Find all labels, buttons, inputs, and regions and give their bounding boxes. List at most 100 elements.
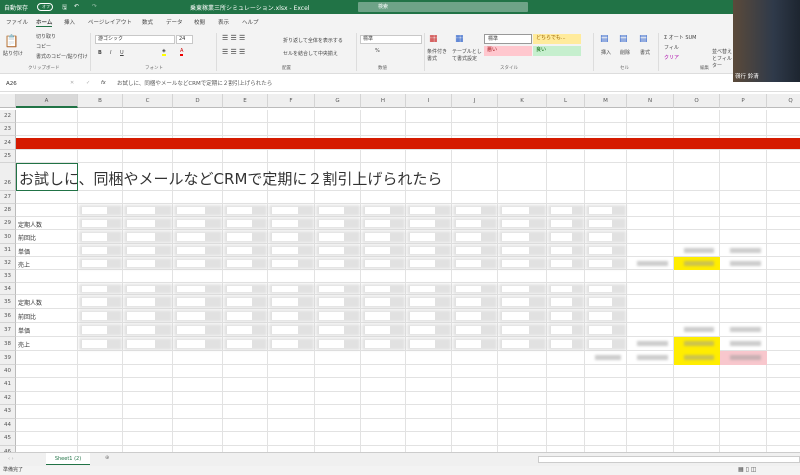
cell[interactable] bbox=[78, 365, 123, 378]
font-color-icon[interactable]: A bbox=[180, 48, 184, 56]
cell[interactable] bbox=[315, 418, 361, 432]
cell[interactable] bbox=[767, 270, 800, 283]
cell[interactable] bbox=[123, 351, 173, 365]
cell[interactable] bbox=[767, 392, 800, 405]
style-good[interactable]: 良い bbox=[533, 46, 581, 56]
cell[interactable] bbox=[361, 110, 406, 123]
column-header[interactable]: O bbox=[674, 94, 720, 108]
cell[interactable] bbox=[767, 123, 800, 136]
cell[interactable] bbox=[315, 365, 361, 378]
autosum-button[interactable]: Σ オート SUM bbox=[664, 34, 697, 41]
font-name-select[interactable]: 游ゴシック bbox=[95, 35, 175, 44]
cell[interactable] bbox=[674, 204, 720, 217]
cell[interactable] bbox=[406, 432, 452, 446]
style-neutral[interactable]: どちらでも... bbox=[533, 34, 581, 44]
cell[interactable] bbox=[315, 110, 361, 123]
cell[interactable] bbox=[767, 217, 800, 230]
function-icon[interactable]: fx bbox=[101, 80, 106, 86]
cell[interactable] bbox=[627, 405, 674, 419]
cell[interactable] bbox=[720, 217, 767, 230]
style-normal[interactable]: 標準 bbox=[484, 34, 532, 44]
cell[interactable] bbox=[223, 378, 268, 392]
underline-button[interactable]: U bbox=[120, 50, 124, 56]
cell[interactable] bbox=[173, 110, 223, 123]
insert-button[interactable]: 挿入 bbox=[601, 49, 611, 56]
cell[interactable] bbox=[627, 418, 674, 432]
cell[interactable] bbox=[674, 217, 720, 230]
clear-button[interactable]: クリア bbox=[664, 54, 679, 61]
cell[interactable] bbox=[315, 351, 361, 365]
cell[interactable] bbox=[452, 391, 498, 405]
cell[interactable] bbox=[173, 418, 223, 432]
cell[interactable] bbox=[627, 323, 674, 337]
cell[interactable] bbox=[268, 405, 315, 419]
cell[interactable] bbox=[767, 337, 800, 351]
cell[interactable] bbox=[452, 351, 498, 365]
autosave-toggle[interactable]: オフ bbox=[37, 3, 53, 11]
row-header[interactable]: 29 bbox=[0, 217, 16, 230]
cancel-icon[interactable]: ✕ bbox=[70, 80, 74, 86]
cell[interactable] bbox=[78, 110, 123, 123]
row-header[interactable]: 45 bbox=[0, 432, 16, 446]
cell[interactable] bbox=[720, 123, 767, 136]
row-header[interactable]: 22 bbox=[0, 110, 16, 123]
cell[interactable] bbox=[406, 405, 452, 419]
cell[interactable] bbox=[498, 110, 547, 123]
undo-icon[interactable]: ↶ bbox=[74, 3, 79, 10]
cell[interactable] bbox=[674, 405, 720, 419]
paste-button[interactable]: 貼り付け bbox=[3, 50, 23, 57]
cell[interactable] bbox=[627, 150, 674, 163]
cell[interactable] bbox=[16, 378, 78, 392]
cell[interactable] bbox=[767, 110, 800, 123]
cell[interactable] bbox=[585, 123, 627, 136]
tab-5[interactable]: データ bbox=[166, 18, 183, 26]
cell[interactable] bbox=[315, 391, 361, 405]
cell[interactable] bbox=[547, 150, 585, 163]
cell[interactable] bbox=[16, 418, 78, 432]
row-header[interactable]: 42 bbox=[0, 391, 16, 405]
copy-button[interactable]: コピー bbox=[36, 43, 51, 50]
cell[interactable] bbox=[16, 351, 78, 365]
cell[interactable] bbox=[268, 432, 315, 446]
cell[interactable] bbox=[78, 123, 123, 136]
cell[interactable] bbox=[767, 295, 800, 309]
cell[interactable] bbox=[406, 378, 452, 392]
cell[interactable] bbox=[674, 163, 720, 191]
cell[interactable] bbox=[498, 150, 547, 163]
cell[interactable] bbox=[585, 270, 627, 283]
cell[interactable] bbox=[406, 418, 452, 432]
cell[interactable] bbox=[223, 418, 268, 432]
cell[interactable] bbox=[406, 391, 452, 405]
cell[interactable] bbox=[767, 365, 800, 378]
cell[interactable] bbox=[767, 244, 800, 257]
cell[interactable] bbox=[452, 270, 498, 283]
cell[interactable] bbox=[315, 405, 361, 419]
add-sheet-icon[interactable]: ⊕ bbox=[105, 455, 109, 461]
cell[interactable] bbox=[78, 432, 123, 446]
cell[interactable] bbox=[767, 191, 800, 204]
cell[interactable] bbox=[627, 270, 674, 283]
cell[interactable] bbox=[315, 123, 361, 136]
row-header[interactable]: 24 bbox=[0, 136, 16, 150]
cell[interactable] bbox=[498, 123, 547, 136]
percent-button[interactable]: % bbox=[375, 48, 380, 54]
cell[interactable] bbox=[627, 391, 674, 405]
cell[interactable] bbox=[720, 295, 767, 309]
cell[interactable] bbox=[720, 283, 767, 295]
number-format-select[interactable]: 標準 bbox=[360, 35, 422, 44]
row-header[interactable]: 26 bbox=[0, 163, 16, 191]
cell[interactable] bbox=[767, 378, 800, 392]
cell[interactable] bbox=[268, 110, 315, 123]
column-header[interactable]: N bbox=[627, 94, 674, 108]
tab-0[interactable]: ファイル bbox=[6, 18, 28, 26]
cell[interactable] bbox=[498, 378, 547, 392]
fill-button[interactable]: フィル bbox=[664, 44, 679, 51]
cell[interactable] bbox=[674, 123, 720, 136]
cell[interactable] bbox=[720, 405, 767, 419]
cell[interactable] bbox=[498, 191, 547, 204]
cell[interactable] bbox=[674, 378, 720, 392]
cell[interactable] bbox=[123, 391, 173, 405]
cell[interactable] bbox=[268, 191, 315, 204]
merge-center-button[interactable]: セルを結合して中央揃え bbox=[283, 50, 338, 57]
row-header[interactable]: 39 bbox=[0, 351, 16, 365]
